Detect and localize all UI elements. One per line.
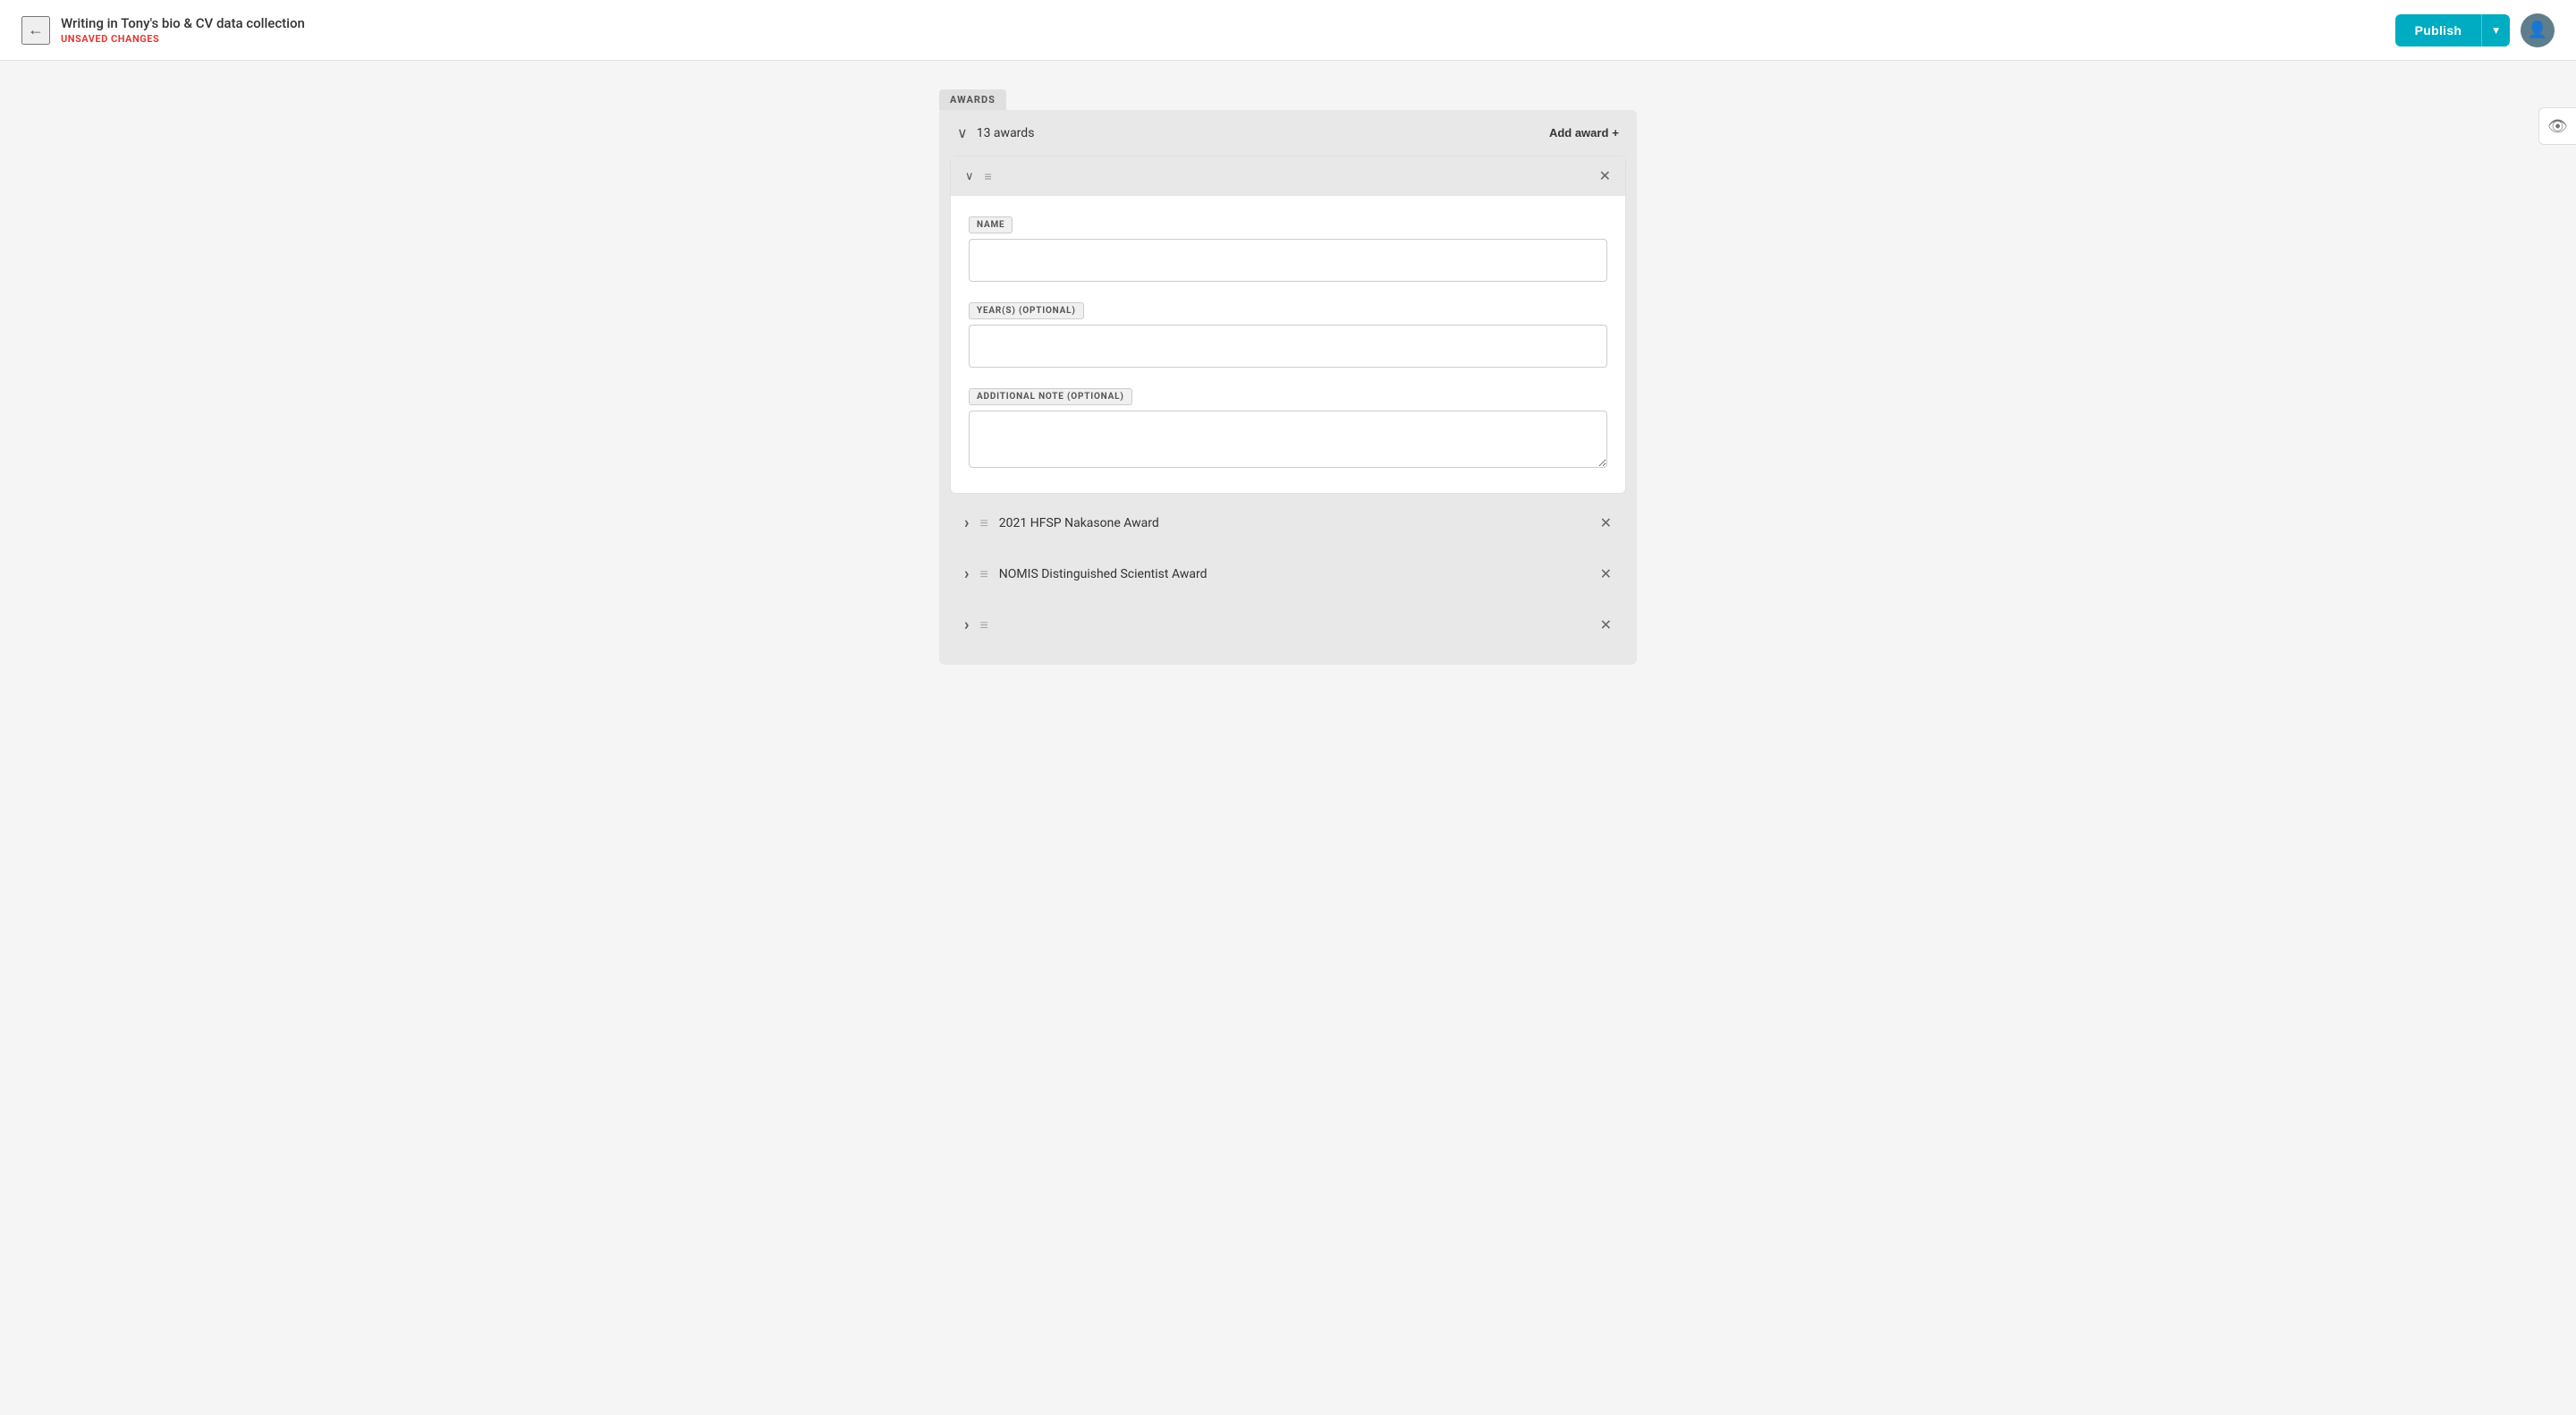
note-field-label: ADDITIONAL NOTE (OPTIONAL)	[969, 388, 1132, 405]
awards-collapse-icon[interactable]: ∨	[957, 124, 968, 141]
add-icon: +	[1612, 126, 1619, 140]
collapsed-card-chevron-2[interactable]: ›	[964, 615, 969, 634]
expanded-card-header-left: ∨ ≡	[965, 169, 994, 184]
collapsed-card-close-1[interactable]: ✕	[1600, 565, 1612, 583]
note-textarea[interactable]	[969, 411, 1607, 468]
collapsed-card-header-1[interactable]: › ≡ NOMIS Distinguished Scientist Award ✕	[950, 552, 1626, 596]
add-award-label: Add award	[1549, 126, 1608, 140]
chevron-down-icon: ▾	[2493, 23, 2499, 38]
name-field-label: NAME	[969, 216, 1013, 233]
expanded-card-body: NAME YEAR(S) (OPTIONAL) ADDITIONAL NOTE …	[951, 196, 1625, 493]
close-icon: ✕	[1599, 167, 1611, 185]
awards-count-row: ∨ 13 awards	[957, 124, 1034, 141]
avatar-button[interactable]: 👤	[2521, 13, 2555, 47]
award-card-expanded: ∨ ≡ ✕ NAME YEAR(S) (OPTIONAL)	[950, 156, 1626, 494]
back-button[interactable]: ←	[21, 16, 50, 45]
note-field-group: ADDITIONAL NOTE (OPTIONAL)	[969, 386, 1607, 471]
expanded-card-chevron[interactable]: ∨	[965, 170, 974, 183]
add-award-button[interactable]: Add award +	[1549, 126, 1619, 140]
name-input[interactable]	[969, 239, 1607, 282]
award-card-collapsed-0: › ≡ 2021 HFSP Nakasone Award ✕	[950, 501, 1626, 545]
collapsed-card-title-1: NOMIS Distinguished Scientist Award	[999, 567, 1208, 581]
header: ← Writing in Tony's bio & CV data collec…	[0, 0, 2576, 61]
collapsed-card-header-0[interactable]: › ≡ 2021 HFSP Nakasone Award ✕	[950, 501, 1626, 545]
awards-count: 13 awards	[977, 126, 1035, 140]
years-field-group: YEAR(S) (OPTIONAL)	[969, 300, 1607, 368]
publish-dropdown-button[interactable]: ▾	[2481, 14, 2510, 47]
collapsed-card-drag-0[interactable]: ≡	[979, 514, 987, 532]
expanded-card-drag-handle[interactable]: ≡	[985, 169, 994, 184]
award-card-collapsed-2: › ≡ ✕	[950, 603, 1626, 647]
collapsed-card-title-0: 2021 HFSP Nakasone Award	[999, 516, 1159, 530]
collapsed-card-header-2[interactable]: › ≡ ✕	[950, 603, 1626, 647]
preview-button[interactable]: 👁	[2538, 107, 2576, 145]
years-input[interactable]	[969, 325, 1607, 368]
awards-container: ∨ 13 awards Add award + ∨ ≡ ✕	[939, 110, 1637, 665]
awards-header: ∨ 13 awards Add award +	[939, 110, 1637, 156]
expanded-card-close-button[interactable]: ✕	[1599, 167, 1611, 185]
eye-icon: 👁	[2547, 117, 2568, 136]
publish-button-group: Publish ▾	[2395, 14, 2510, 47]
collapsed-card-chevron-1[interactable]: ›	[964, 564, 969, 583]
collapsed-cards-container: › ≡ 2021 HFSP Nakasone Award ✕ › ≡ NOMIS Disti…	[950, 501, 1626, 654]
name-field-group: NAME	[969, 214, 1607, 282]
main-content: AWARDS ∨ 13 awards Add award + ∨ ≡	[921, 61, 1655, 693]
header-actions: Publish ▾ 👤	[2395, 13, 2555, 47]
page-title: Writing in Tony's bio & CV data collecti…	[61, 15, 2395, 31]
header-title-area: Writing in Tony's bio & CV data collecti…	[61, 15, 2395, 45]
awards-section-label: AWARDS	[939, 89, 1006, 110]
collapsed-card-drag-1[interactable]: ≡	[979, 565, 987, 583]
collapsed-card-close-0[interactable]: ✕	[1600, 514, 1612, 532]
years-field-label: YEAR(S) (OPTIONAL)	[969, 302, 1084, 319]
collapsed-card-close-2[interactable]: ✕	[1600, 616, 1612, 634]
expanded-card-header: ∨ ≡ ✕	[951, 157, 1625, 196]
publish-button[interactable]: Publish	[2395, 14, 2482, 47]
collapsed-card-chevron-0[interactable]: ›	[964, 513, 969, 532]
unsaved-changes-label: UNSAVED CHANGES	[61, 33, 2395, 45]
user-icon: 👤	[2528, 21, 2547, 39]
award-card-collapsed-1: › ≡ NOMIS Distinguished Scientist Award ✕	[950, 552, 1626, 596]
award-cards-list: ∨ ≡ ✕ NAME YEAR(S) (OPTIONAL)	[939, 156, 1637, 665]
collapsed-card-drag-2[interactable]: ≡	[979, 616, 987, 634]
